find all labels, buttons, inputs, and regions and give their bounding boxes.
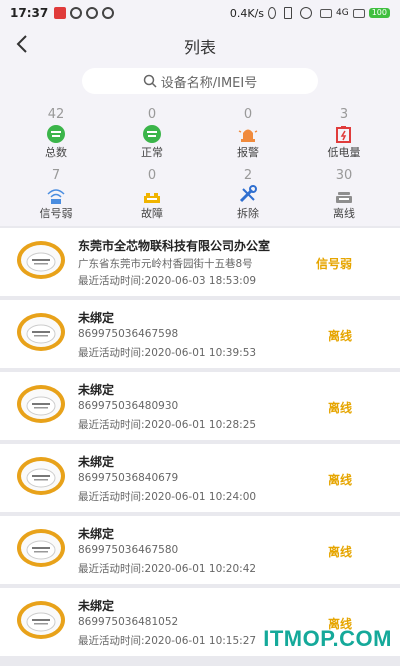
stat-label: 低电量 <box>327 146 361 159</box>
search-icon <box>143 74 157 88</box>
weak-signal-icon <box>47 189 65 204</box>
status-badge: 离线 <box>327 329 352 343</box>
status-time: 17:37 <box>10 6 49 20</box>
stat-count: 0 <box>243 107 253 122</box>
smoke-detector-icon <box>17 241 65 279</box>
stat-removed[interactable]: 2 拆除 <box>213 168 283 222</box>
stat-label: 拆除 <box>237 207 259 220</box>
battery-icon: 100 <box>368 8 390 18</box>
list-item[interactable]: 东莞市全芯物联科技有限公司办公室 广东省东莞市元岭村香园街十五巷8号 最近活动时… <box>0 228 400 296</box>
alarm-icon <box>238 129 258 142</box>
device-name: 未绑定 <box>78 455 115 469</box>
stat-count: 0 <box>147 168 157 183</box>
bluetooth-icon <box>268 7 277 19</box>
stat-label: 总数 <box>45 146 67 159</box>
smoke-detector-icon <box>17 529 65 567</box>
removed-icon <box>239 185 257 203</box>
search-placeholder: 设备名称/IMEI号 <box>160 75 258 91</box>
summary-panel: 设备名称/IMEI号 42 总数 0 正常 0 报警 3 低电量 7 信号弱 0… <box>0 64 400 226</box>
stat-count: 2 <box>243 168 253 183</box>
last-active-time: 最近活动时间:2020-06-01 10:20:42 <box>78 563 257 575</box>
link-icon <box>102 7 115 19</box>
list-item[interactable]: 未绑定 869975036480930 最近活动时间:2020-06-01 10… <box>0 372 400 440</box>
status-bar: 17:37 0.4K/s 4G 100 <box>0 0 400 26</box>
status-badge: 离线 <box>327 473 352 487</box>
smoke-detector-icon <box>17 457 65 495</box>
last-active-time: 最近活动时间:2020-06-01 10:28:25 <box>78 419 257 431</box>
device-imei: 869975036481052 <box>78 616 179 628</box>
signal-label: 4G <box>336 8 349 18</box>
stat-count: 30 <box>335 168 353 183</box>
stat-normal[interactable]: 0 正常 <box>117 107 187 161</box>
stat-total[interactable]: 42 总数 <box>21 107 91 161</box>
stat-fault[interactable]: 0 故障 <box>117 168 187 222</box>
stat-label: 信号弱 <box>39 207 73 220</box>
list-item[interactable]: 未绑定 869975036840679 最近活动时间:2020-06-01 10… <box>0 444 400 512</box>
wifi-icon <box>352 8 365 18</box>
network-speed: 0.4K/s <box>229 6 265 20</box>
last-active-time: 最近活动时间:2020-06-01 10:39:53 <box>78 347 257 359</box>
status-badge: 离线 <box>327 545 352 559</box>
status-badge: 信号弱 <box>315 257 352 271</box>
device-imei: 869975036467598 <box>78 328 179 340</box>
search-input[interactable]: 设备名称/IMEI号 <box>82 68 318 94</box>
device-name: 未绑定 <box>78 383 115 397</box>
alarm-clock-icon <box>300 7 313 19</box>
vibrate-icon <box>284 7 293 19</box>
chat-icon <box>86 7 99 19</box>
smoke-detector-icon <box>17 385 65 423</box>
stat-count: 42 <box>47 107 65 122</box>
smoke-detector-icon <box>17 313 65 351</box>
sim-icon <box>320 8 333 18</box>
device-name: 未绑定 <box>78 599 115 613</box>
stat-offline[interactable]: 30 离线 <box>309 168 379 222</box>
stat-count: 0 <box>147 107 157 122</box>
stat-label: 故障 <box>141 207 163 220</box>
device-imei: 869975036480930 <box>78 400 179 412</box>
offline-icon <box>336 192 352 203</box>
device-name: 东莞市全芯物联科技有限公司办公室 <box>78 239 271 253</box>
stat-low-battery[interactable]: 3 低电量 <box>309 107 379 161</box>
device-imei: 869975036467580 <box>78 544 179 556</box>
device-name: 未绑定 <box>78 527 115 541</box>
normal-icon <box>143 125 161 143</box>
last-active-time: 最近活动时间:2020-06-01 10:15:27 <box>78 635 257 647</box>
list-item[interactable]: 未绑定 869975036467580 最近活动时间:2020-06-01 10… <box>0 516 400 584</box>
nav-bar: 列表 <box>0 26 400 64</box>
last-active-time: 最近活动时间:2020-06-01 10:24:00 <box>78 491 257 503</box>
device-imei: 869975036840679 <box>78 472 179 484</box>
app-icon <box>70 7 83 19</box>
stat-count: 7 <box>51 168 61 183</box>
low-battery-icon <box>336 126 351 143</box>
device-address: 广东省东莞市元岭村香园街十五巷8号 <box>78 258 253 270</box>
stat-label: 正常 <box>141 146 163 159</box>
smoke-detector-icon <box>17 601 65 639</box>
fault-icon <box>144 193 160 203</box>
stat-label: 报警 <box>237 146 259 159</box>
device-name: 未绑定 <box>78 311 115 325</box>
stat-count: 3 <box>339 107 349 122</box>
message-icon <box>54 7 67 19</box>
page-title: 列表 <box>183 38 216 57</box>
watermark: ITMOP.COM <box>263 626 392 651</box>
total-icon <box>47 125 65 143</box>
stat-label: 离线 <box>333 207 355 220</box>
last-active-time: 最近活动时间:2020-06-03 18:53:09 <box>78 275 257 287</box>
stat-weak-signal[interactable]: 7 信号弱 <box>21 168 91 222</box>
stat-alarm[interactable]: 0 报警 <box>213 107 283 161</box>
list-item[interactable]: 未绑定 869975036467598 最近活动时间:2020-06-01 10… <box>0 300 400 368</box>
status-badge: 离线 <box>327 401 352 415</box>
